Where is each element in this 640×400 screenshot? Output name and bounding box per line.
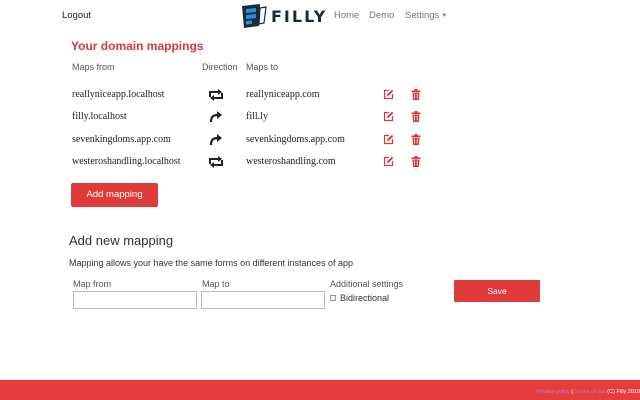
nav-settings-dropdown[interactable]: Settings ▼	[405, 10, 447, 21]
nav-home[interactable]: Home	[334, 10, 359, 21]
column-header-maps-to: Maps to	[246, 62, 279, 72]
maps-from-value: reallyniceapp.localhost	[72, 89, 165, 100]
privacy-policy-link[interactable]: Privacy policy	[536, 389, 570, 395]
edit-icon[interactable]	[383, 154, 394, 167]
add-mapping-button[interactable]: Add mapping	[71, 183, 158, 207]
trash-icon[interactable]	[411, 109, 421, 122]
maps-to-value: sevenkingdoms.app.com	[246, 134, 345, 145]
mapping-description: Mapping allows your have the same forms …	[69, 258, 353, 268]
edit-icon[interactable]	[383, 109, 394, 122]
share-arrow-icon	[207, 110, 225, 124]
additional-settings-label: Additional settings	[330, 279, 404, 289]
bidirectional-checkbox[interactable]	[330, 295, 336, 301]
maps-to-value: reallyniceapp.com	[246, 89, 320, 100]
footer-links: Privacy policy | Terms of use (C) Filly …	[536, 389, 640, 395]
column-header-maps-from: Maps from	[72, 62, 115, 72]
logo-icon	[242, 4, 267, 28]
map-to-label: Map to	[202, 279, 230, 289]
nav-settings-label: Settings	[405, 10, 440, 21]
column-header-direction: Direction	[202, 62, 238, 72]
repeat-icon	[207, 88, 225, 102]
table-row: filly.localhost fill.ly	[0, 111, 640, 129]
footer-separator: |	[571, 389, 573, 395]
table-row: sevenkingdoms.app.com sevenkingdoms.app.…	[0, 134, 640, 152]
caret-down-icon: ▼	[441, 13, 448, 19]
maps-from-value: westeroshandling.localhost	[72, 156, 181, 167]
filly-logo[interactable]: FILLY	[241, 3, 327, 29]
top-navbar: Logout FILLY Home Demo Settings ▼	[0, 0, 640, 32]
share-arrow-icon	[207, 133, 225, 147]
logo-text: FILLY	[271, 6, 328, 26]
trash-icon[interactable]	[411, 154, 421, 167]
maps-to-value: fill.ly	[246, 111, 268, 122]
logout-link[interactable]: Logout	[62, 10, 91, 21]
map-to-input[interactable]	[201, 291, 325, 309]
save-button[interactable]: Save	[454, 280, 540, 302]
add-new-mapping-title: Add new mapping	[69, 233, 174, 248]
mappings-title: Your domain mappings	[71, 39, 204, 53]
repeat-icon	[207, 155, 225, 169]
map-from-label: Map from	[73, 279, 112, 289]
nav-demo[interactable]: Demo	[369, 10, 394, 21]
copyright-text: (C) Filly 2018	[607, 389, 640, 395]
terms-of-use-link[interactable]: Terms of use	[574, 389, 605, 395]
map-from-input[interactable]	[73, 291, 197, 309]
trash-icon[interactable]	[411, 87, 421, 100]
trash-icon[interactable]	[411, 132, 421, 145]
table-row: reallyniceapp.localhost reallyniceapp.co…	[0, 89, 640, 107]
footer: Privacy policy | Terms of use (C) Filly …	[0, 380, 640, 400]
maps-from-value: sevenkingdoms.app.com	[72, 134, 171, 145]
edit-icon[interactable]	[383, 87, 394, 100]
bidirectional-label[interactable]: Bidirectional	[340, 293, 389, 303]
maps-from-value: filly.localhost	[72, 111, 127, 122]
edit-icon[interactable]	[383, 132, 394, 145]
table-row: westeroshandling.localhost westeroshandl…	[0, 156, 640, 174]
maps-to-value: westeroshandling.com	[246, 156, 336, 167]
